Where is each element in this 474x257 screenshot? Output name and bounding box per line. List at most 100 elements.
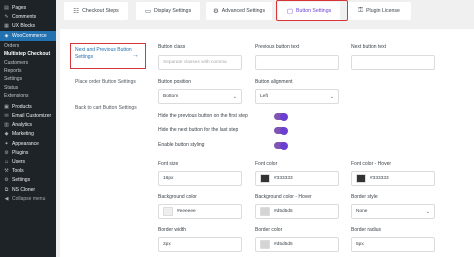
button-alignment-select[interactable]: Left ⌄ (255, 89, 339, 104)
next-text-input[interactable] (351, 55, 435, 70)
hide-prev-first-step-label: Hide the previous button on the first st… (158, 113, 248, 119)
hide-prev-first-step-toggle[interactable] (274, 112, 288, 121)
color-value: #d5d5d5 (274, 242, 293, 247)
sidebar-item-label: Comments (12, 13, 37, 20)
sidebar-item-collapse-menu[interactable]: ◀ Collapse menu (0, 194, 56, 203)
products-icon: ▣ (4, 103, 9, 110)
font-size-input[interactable]: 16px (158, 171, 242, 186)
hide-next-last-step-toggle[interactable] (274, 126, 288, 135)
plugin-license-icon: ⚿ (358, 7, 364, 14)
sidebar-subitem-status[interactable]: Status (0, 84, 56, 92)
tab-display-settings[interactable]: ▭ Display Settings (136, 2, 200, 20)
tab-advanced-settings[interactable]: ⚙ Advanced Settings (206, 2, 272, 20)
sidebar-item-label: Marketing (12, 131, 34, 138)
sidebar-item-label: WooCommerce (12, 32, 47, 39)
sidebar-item-pages[interactable]: ▤ Pages (0, 3, 56, 12)
font-color-label: Font color (255, 161, 278, 167)
plugins-icon: ⚙ (4, 149, 9, 156)
tab-label: Plugin License (366, 8, 400, 14)
button-position-select[interactable]: Bottom ⌄ (158, 89, 242, 104)
nav-place-order-button-settings[interactable]: Place order Button Settings (72, 76, 142, 89)
hide-next-last-step-label: Hide the next button for the last step (158, 127, 239, 133)
sidebar-item-label: Analytics (12, 122, 33, 129)
enable-button-styling-label: Enable button styling (158, 142, 205, 148)
nav-label: Place order Button Settings (75, 79, 136, 85)
border-color-picker[interactable]: #d5d5d5 (255, 237, 339, 252)
sidebar-item-label: Pages (12, 4, 27, 11)
font-size-label: Font size (158, 161, 179, 167)
tab-button-settings[interactable]: ▢ Button Settings (278, 2, 340, 20)
sidebar-subitem-extensions[interactable]: Extensions (0, 92, 56, 100)
sidebar-item-label: Settings (12, 177, 31, 184)
border-style-select[interactable]: None ⌄ (351, 204, 435, 219)
sidebar-item-settings[interactable]: ⚙ Settings (0, 176, 56, 185)
font-color-hover-picker[interactable]: #333333 (351, 171, 435, 186)
tab-plugin-license[interactable]: ⚿ Plugin License (347, 2, 411, 20)
select-value: Left (260, 94, 269, 99)
sidebar-subitem-reports[interactable]: Reports (0, 67, 56, 75)
chevron-down-icon: ⌄ (232, 93, 237, 100)
button-settings-icon: ▢ (286, 8, 293, 15)
analytics-icon: ▥ (4, 122, 9, 129)
color-value: #333333 (274, 176, 293, 181)
settings-tabbar: ☷ Checkout Steps ▭ Display Settings ⚙ Ad… (56, 0, 474, 26)
sidebar-item-label: Plugins (12, 149, 29, 156)
sidebar-item-tools[interactable]: ⚒ Tools (0, 167, 56, 176)
select-value: None (356, 209, 368, 214)
nav-back-to-cart-button-settings[interactable]: Back to cart Button Settings (72, 102, 142, 115)
sidebar-subitem-multistep-checkout[interactable]: Multistep Checkout (0, 50, 56, 58)
sidebar-item-products[interactable]: ▣ Products (0, 102, 56, 111)
sidebar-subitem-settings[interactable]: Settings (0, 75, 56, 83)
cloner-icon: ⧉ (4, 186, 9, 193)
sidebar-item-comments[interactable]: ✎ Comments (0, 12, 56, 21)
nav-next-prev-button-settings[interactable]: Next and Previous Button Settings → (70, 43, 146, 69)
border-radius-input[interactable]: 5px (351, 237, 435, 252)
arrow-right-icon: → (132, 52, 139, 59)
sidebar-item-label: Multistep Checkout (4, 51, 51, 58)
select-value: Bottom (163, 94, 179, 99)
tab-checkout-steps[interactable]: ☷ Checkout Steps (64, 2, 128, 20)
sidebar-item-label: Orders (4, 42, 20, 49)
sidebar-item-ns-cloner[interactable]: ⧉ NS Cloner (0, 185, 56, 194)
pages-icon: ▤ (4, 4, 9, 11)
sidebar-item-appearance[interactable]: ✦ Appearance (0, 139, 56, 148)
font-color-picker[interactable]: #333333 (255, 171, 339, 186)
enable-button-styling-toggle[interactable] (274, 141, 288, 150)
sidebar-item-ux-blocks[interactable]: ▦ UX Blocks (0, 21, 56, 30)
sidebar-item-users[interactable]: ☺ Users (0, 157, 56, 166)
button-class-input[interactable]: Separate classes with comma (158, 55, 242, 70)
background-color-hover-picker[interactable]: #d5d5d5 (255, 204, 339, 219)
users-icon: ☺ (3, 159, 10, 166)
blocks-icon: ▦ (4, 22, 9, 29)
button-class-label: Button class (158, 44, 186, 50)
email-icon: ✉ (4, 113, 9, 120)
color-swatch (260, 240, 270, 249)
next-text-label: Next button text (351, 44, 387, 50)
sidebar-item-plugins[interactable]: ⚙ Plugins (0, 148, 56, 157)
border-color-label: Border color (255, 227, 283, 233)
background-color-hover-label: Background color - Hover (255, 194, 312, 200)
collapse-icon: ◀ (4, 195, 9, 202)
sidebar-item-label: Reports (4, 67, 22, 74)
toggle-knob (280, 126, 288, 135)
button-settings-panel: Next and Previous Button Settings → Plac… (60, 29, 474, 257)
sidebar-subitem-customers[interactable]: Customers (0, 58, 56, 66)
sidebar-subitem-orders[interactable]: Orders (0, 42, 56, 50)
border-width-label: Border width (158, 227, 187, 233)
comments-icon: ✎ (4, 13, 9, 20)
sidebar-item-marketing[interactable]: ◆ Marketing (0, 130, 56, 139)
sidebar-item-label: Extensions (4, 93, 29, 100)
previous-text-input[interactable] (255, 55, 339, 70)
sidebar-item-email-customizer[interactable]: ✉ Email Customizer (0, 111, 56, 120)
button-position-label: Button position (158, 79, 192, 85)
chevron-down-icon: ⌄ (329, 93, 334, 100)
sidebar-item-label: Users (12, 159, 26, 166)
sidebar-item-woocommerce[interactable]: ◈ WooCommerce (0, 30, 56, 41)
background-color-picker[interactable]: #eeeeee (158, 204, 242, 219)
settings-subnav: Next and Previous Button Settings → Plac… (60, 29, 146, 257)
background-color-label: Background color (158, 194, 197, 200)
sidebar-item-analytics[interactable]: ▥ Analytics (0, 121, 56, 130)
border-width-input[interactable]: 2px (158, 237, 242, 252)
sidebar-item-label: UX Blocks (12, 22, 36, 29)
nav-label: Back to cart Button Settings (75, 105, 137, 111)
